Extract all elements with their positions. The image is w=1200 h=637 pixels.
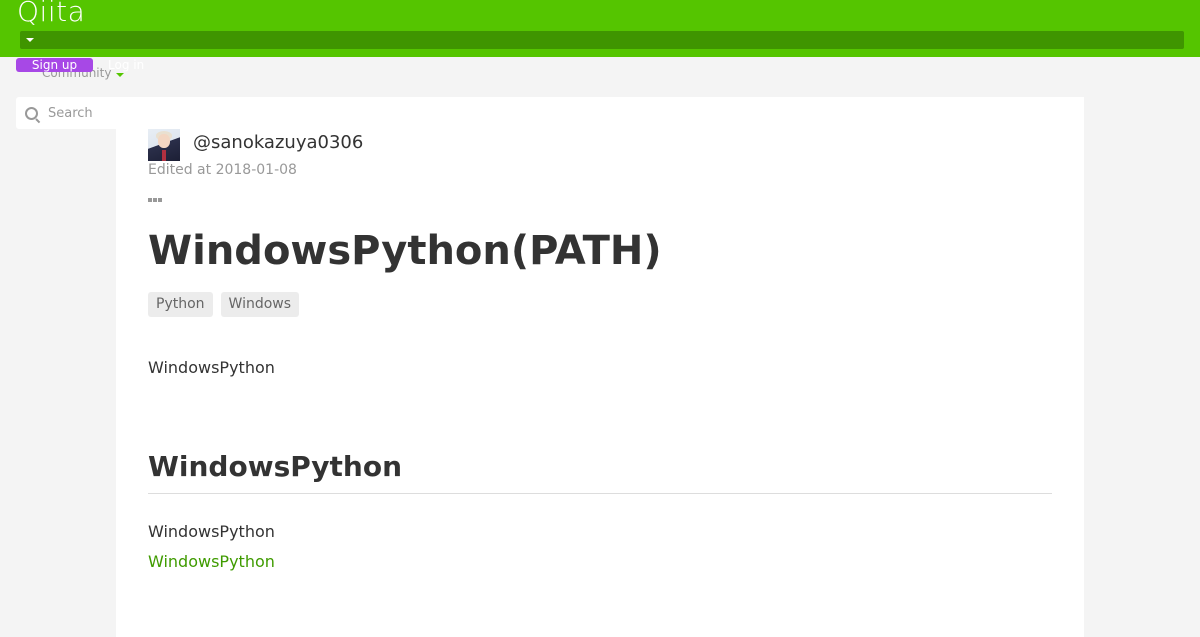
article-paragraph: WindowsPython xyxy=(148,522,275,541)
signup-button[interactable]: Sign up xyxy=(16,58,93,72)
header-dropdown-bar[interactable] xyxy=(20,31,1184,49)
search-box[interactable] xyxy=(16,97,126,129)
article-card: @sanokazuya0306 Edited at 2018-01-08 Win… xyxy=(116,97,1084,637)
author-name[interactable]: @sanokazuya0306 xyxy=(193,132,363,154)
search-icon xyxy=(25,107,38,120)
qiita-logo[interactable]: Qiita xyxy=(17,0,85,28)
tag-python[interactable]: Python xyxy=(148,292,213,317)
section-heading: WindowsPython xyxy=(148,450,403,483)
search-input[interactable] xyxy=(48,105,124,121)
more-icon[interactable] xyxy=(148,187,164,202)
heading-divider xyxy=(148,493,1052,494)
tag-list: Python Windows xyxy=(148,292,300,317)
article-link[interactable]: WindowsPython xyxy=(148,552,275,572)
article-title: WindowsPython(PATH) xyxy=(148,228,662,274)
article-paragraph: WindowsPython xyxy=(148,358,275,377)
caret-down-icon xyxy=(26,38,34,42)
caret-down-icon xyxy=(116,73,124,77)
tag-windows[interactable]: Windows xyxy=(220,292,300,317)
login-link[interactable]: Log in xyxy=(108,58,144,72)
header-bar: Qiita xyxy=(0,0,1200,57)
edited-date: Edited at 2018-01-08 xyxy=(148,162,297,178)
avatar[interactable] xyxy=(148,129,180,161)
